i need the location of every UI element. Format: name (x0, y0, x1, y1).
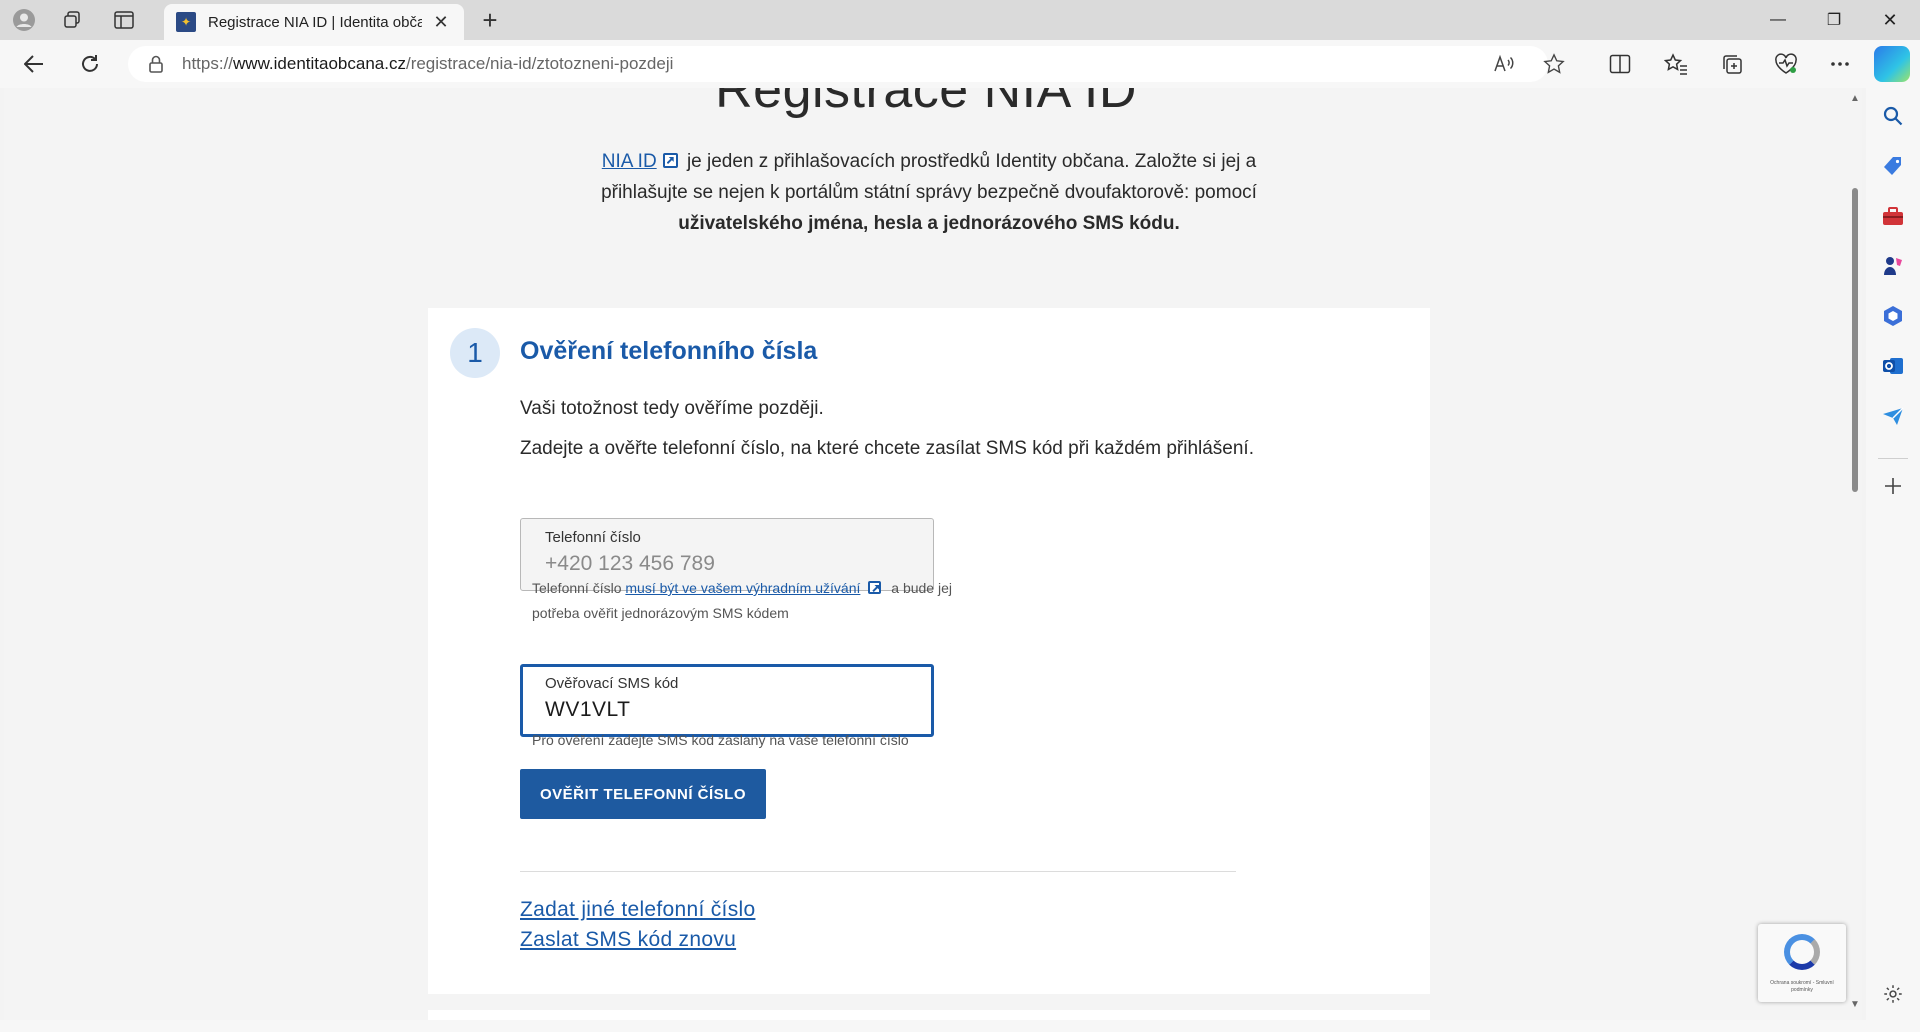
exclusive-use-link[interactable]: musí být ve vašem výhradním užívání (625, 580, 860, 596)
browser-toolbar: https://www.identitaobcana.cz/registrace… (0, 40, 1920, 88)
step-paragraph: Vaši totožnost tedy ověříme později. (520, 398, 824, 419)
external-link-icon[interactable] (662, 153, 678, 168)
next-card (428, 1010, 1430, 1020)
read-aloud-icon[interactable] (1486, 46, 1522, 82)
recaptcha-logo-icon (1784, 934, 1820, 970)
sidebar-separator (1878, 458, 1908, 459)
sms-code-input[interactable] (545, 698, 905, 722)
outlook-icon[interactable] (1879, 352, 1907, 380)
scroll-down-icon[interactable]: ▼ (1850, 1000, 1860, 1010)
split-screen-icon[interactable] (1600, 46, 1640, 82)
phone-input[interactable] (545, 552, 905, 576)
url-text[interactable]: https://www.identitaobcana.cz/registrace… (182, 54, 673, 74)
other-number-link[interactable]: Zadat jiné telefonní číslo (520, 898, 755, 922)
more-options-icon[interactable] (1820, 46, 1860, 82)
workspaces-icon[interactable] (54, 4, 90, 36)
games-icon[interactable] (1879, 252, 1907, 280)
sms-hint: Pro ověření zadejte SMS kód zaslaný na v… (532, 732, 909, 748)
nia-id-link[interactable]: NIA ID (602, 151, 657, 172)
add-icon[interactable] (1879, 472, 1907, 500)
step-number: 1 (450, 328, 500, 378)
lock-icon[interactable] (146, 54, 166, 74)
favorites-icon[interactable] (1656, 46, 1696, 82)
edge-sidebar (1866, 88, 1920, 1032)
vertical-tabs-icon[interactable] (106, 4, 142, 36)
sms-field-label: Ověřovací SMS kód (545, 675, 679, 692)
restore-button[interactable]: ❐ (1806, 0, 1862, 40)
external-link-icon[interactable] (868, 581, 882, 594)
tab-strip: ✦ Registrace NIA ID | Identita občana ✕ … (0, 0, 1920, 40)
tools-icon[interactable] (1879, 202, 1907, 230)
step-card: 1 Ověření telefonního čísla Vaši totožno… (428, 308, 1430, 994)
page-title: Registrace NIA ID (715, 88, 1137, 119)
page-scrollbar[interactable]: ▲ ▼ (1848, 88, 1862, 1020)
active-tab[interactable]: ✦ Registrace NIA ID | Identita občana ✕ (164, 4, 464, 40)
page-viewport: Registrace NIA ID NIA ID je jeden z přih… (4, 88, 1848, 1020)
window-bottom-edge (0, 1020, 1866, 1032)
scrollbar-thumb[interactable] (1852, 188, 1858, 492)
refresh-icon[interactable] (72, 46, 108, 82)
step-title: Ověření telefonního čísla (520, 337, 818, 365)
profile-icon[interactable] (6, 4, 42, 36)
intro-text: NIA ID je jeden z přihlašovacích prostře… (601, 151, 1257, 234)
collections-icon[interactable] (1712, 46, 1752, 82)
shopping-tag-icon[interactable] (1879, 152, 1907, 180)
close-tab-icon[interactable]: ✕ (430, 11, 452, 33)
close-window-button[interactable]: ✕ (1862, 0, 1918, 40)
tab-title: Registrace NIA ID | Identita občana (208, 13, 422, 31)
phone-field-label: Telefonní číslo (545, 529, 641, 546)
settings-gear-icon[interactable] (1879, 980, 1907, 1008)
recaptcha-text[interactable]: Ochrana soukromí - Smluvní podmínky (1762, 980, 1842, 994)
browser-essentials-icon[interactable] (1766, 46, 1806, 82)
address-bar[interactable]: https://www.identitaobcana.cz/registrace… (128, 46, 1548, 82)
back-icon[interactable] (16, 46, 52, 82)
send-icon[interactable] (1879, 402, 1907, 430)
scroll-up-icon[interactable]: ▲ (1850, 94, 1860, 104)
recaptcha-badge[interactable]: Ochrana soukromí - Smluvní podmínky (1758, 924, 1846, 1002)
phone-hint: Telefonní číslo musí být ve vašem výhrad… (532, 580, 952, 621)
divider (520, 871, 1236, 872)
site-favicon: ✦ (176, 12, 196, 32)
sms-code-field[interactable]: Ověřovací SMS kód (520, 664, 934, 737)
step-instructions: Zadejte a ověřte telefonní číslo, na kte… (520, 438, 1254, 459)
verify-phone-button[interactable]: OVĚŘIT TELEFONNÍ ČÍSLO (520, 769, 766, 819)
new-tab-button[interactable]: + (472, 4, 508, 36)
search-icon[interactable] (1879, 102, 1907, 130)
favorite-star-icon[interactable] (1536, 46, 1572, 82)
resend-sms-link[interactable]: Zaslat SMS kód znovu (520, 928, 736, 952)
minimize-button[interactable]: — (1750, 0, 1806, 40)
copilot-icon[interactable] (1874, 46, 1910, 82)
microsoft-365-icon[interactable] (1879, 302, 1907, 330)
